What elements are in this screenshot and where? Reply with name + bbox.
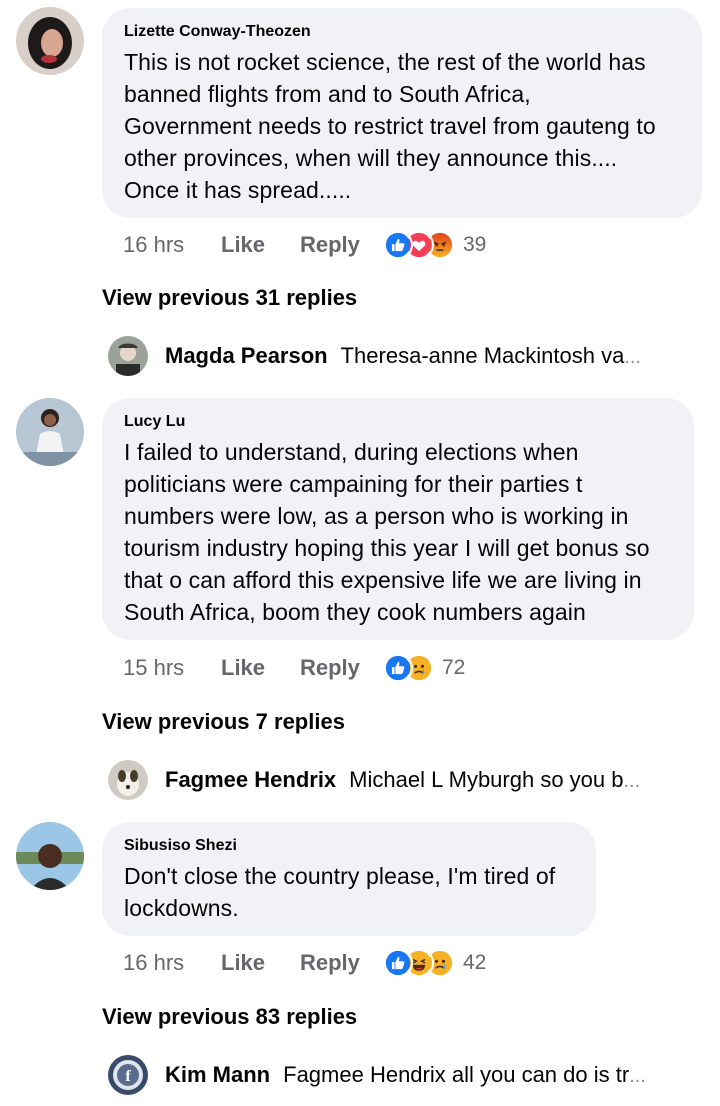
latest-reply[interactable]: f Kim Mann Fagmee Hendrix all you can do…	[108, 1055, 688, 1095]
comment-actions: 15 hrs Like Reply 72	[123, 652, 465, 684]
comment-timestamp[interactable]: 16 hrs	[123, 232, 221, 258]
view-previous-replies-button[interactable]: View previous 31 replies	[102, 285, 357, 311]
reaction-count: 72	[442, 656, 466, 679]
comment-bubble[interactable]: Sibusiso Shezi Don't close the country p…	[102, 822, 596, 936]
comment-actions: 16 hrs Like Reply 42	[123, 947, 486, 979]
reply-preview-text: Theresa-anne Mackintosh va...	[340, 343, 641, 368]
reply-button[interactable]: Reply	[300, 232, 383, 258]
comment-timestamp[interactable]: 16 hrs	[123, 950, 221, 976]
like-icon	[383, 230, 413, 260]
avatar[interactable]	[16, 7, 84, 75]
comment-bubble[interactable]: Lucy Lu I failed to understand, during e…	[102, 398, 694, 640]
comment-author[interactable]: Lucy Lu	[124, 412, 672, 432]
comment-author[interactable]: Lizette Conway-Theozen	[124, 22, 680, 42]
reactions-summary[interactable]: 42	[383, 947, 486, 979]
view-previous-replies-button[interactable]: View previous 83 replies	[102, 1004, 357, 1030]
like-icon	[383, 653, 413, 683]
profile-photo-lucy	[16, 398, 84, 466]
view-previous-replies-button[interactable]: View previous 7 replies	[102, 709, 345, 735]
latest-reply[interactable]: Magda Pearson Theresa-anne Mackintosh va…	[108, 336, 688, 376]
reply-preview-text: Michael L Myburgh so you b...	[349, 767, 641, 792]
like-button[interactable]: Like	[221, 655, 300, 681]
comment-actions: 16 hrs Like Reply 39	[123, 229, 486, 261]
latest-reply[interactable]: Fagmee Hendrix Michael L Myburgh so you …	[108, 760, 688, 800]
svg-text:f: f	[125, 1068, 131, 1085]
reaction-count: 39	[463, 233, 487, 256]
avatar[interactable]: f	[108, 1055, 148, 1095]
profile-photo-sibusiso	[16, 822, 84, 890]
profile-photo-lizette	[16, 7, 84, 75]
reply-author[interactable]: Kim Mann	[165, 1062, 270, 1088]
comment-text: Don't close the country please, I'm tire…	[124, 863, 556, 921]
reactions-summary[interactable]: 72	[383, 652, 465, 684]
avatar[interactable]	[108, 760, 148, 800]
avatar[interactable]	[16, 822, 84, 890]
avatar[interactable]	[108, 336, 148, 376]
reply-button[interactable]: Reply	[300, 950, 383, 976]
comment-text: This is not rocket science, the rest of …	[124, 49, 656, 203]
reply-preview-text: Fagmee Hendrix all you can do is tr...	[283, 1062, 646, 1087]
avatar[interactable]	[16, 398, 84, 466]
like-icon	[383, 948, 413, 978]
comment-bubble[interactable]: Lizette Conway-Theozen This is not rocke…	[102, 8, 702, 218]
reply-author[interactable]: Magda Pearson	[165, 343, 328, 369]
comment-timestamp[interactable]: 15 hrs	[123, 655, 221, 681]
reply-author[interactable]: Fagmee Hendrix	[165, 767, 336, 793]
like-button[interactable]: Like	[221, 950, 300, 976]
reply-button[interactable]: Reply	[300, 655, 383, 681]
like-button[interactable]: Like	[221, 232, 300, 258]
reaction-count: 42	[463, 951, 487, 974]
reactions-summary[interactable]: 39	[383, 229, 486, 261]
comment-author[interactable]: Sibusiso Shezi	[124, 836, 574, 856]
comment-text: I failed to understand, during elections…	[124, 439, 650, 625]
